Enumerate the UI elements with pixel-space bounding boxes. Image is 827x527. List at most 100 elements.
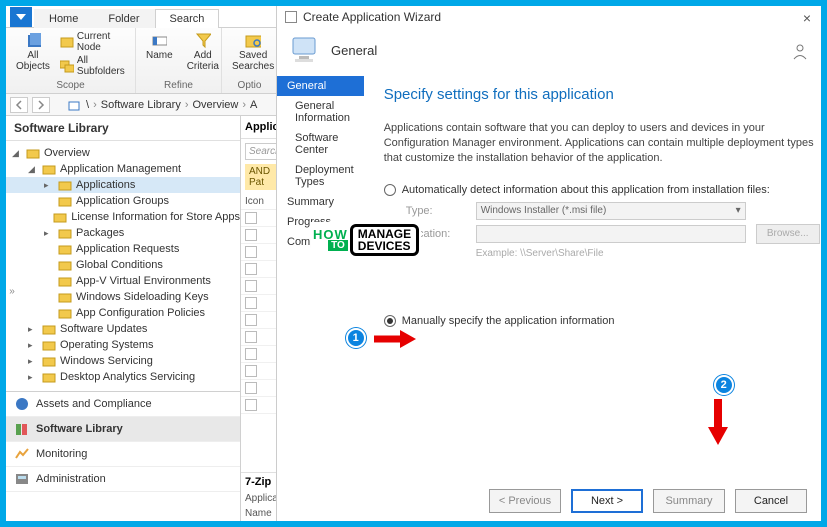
folder-icon	[58, 194, 72, 208]
step-software-center[interactable]: Software Center	[277, 128, 364, 160]
tree-title: Software Library	[6, 116, 240, 141]
software-library-icon	[14, 421, 30, 437]
wizard-icon	[285, 11, 297, 23]
browse-button: Browse...	[756, 224, 820, 244]
nav-back-button[interactable]	[10, 97, 28, 113]
tab-folder[interactable]: Folder	[93, 9, 154, 28]
app-icon	[245, 382, 257, 394]
location-icon	[66, 97, 82, 113]
expand-handle[interactable]: »	[6, 276, 18, 306]
tab-home[interactable]: Home	[34, 9, 93, 28]
all-subfolders-button[interactable]: All Subfolders	[60, 54, 129, 78]
tree-item-label: Overview	[44, 147, 90, 159]
tag-icon	[151, 32, 167, 48]
tree-item[interactable]: ▸App-V Virtual Environments	[6, 273, 240, 289]
wizard-steps: General General Information Software Cen…	[277, 76, 364, 481]
tree-item[interactable]: ◢ Overview	[6, 145, 240, 161]
ribbon-group-label: Scope	[12, 79, 129, 91]
step-summary[interactable]: Summary	[277, 192, 364, 212]
tree-item-label: App Configuration Policies	[76, 307, 205, 319]
user-icon	[791, 42, 809, 65]
step-general[interactable]: General	[277, 76, 364, 96]
summary-button: Summary	[653, 489, 725, 513]
tree-item[interactable]: ▸ Applications	[6, 177, 240, 193]
tree-item-label: Global Conditions	[76, 259, 163, 271]
computer-icon	[289, 34, 321, 66]
tree-item[interactable]: ▸Windows Servicing	[6, 353, 240, 369]
app-icon	[245, 263, 257, 275]
folder-icon	[58, 178, 72, 192]
expand-icon[interactable]: ▸	[44, 180, 54, 191]
expand-icon[interactable]: ◢	[12, 148, 22, 159]
tree-item[interactable]: ▸App Configuration Policies	[6, 305, 240, 321]
tab-search[interactable]: Search	[155, 9, 220, 28]
wizard-heading: Specify settings for this application	[384, 86, 820, 103]
nav-forward-button[interactable]	[32, 97, 50, 113]
tree-item-label: Applications	[76, 179, 135, 191]
app-icon	[245, 246, 257, 258]
expand-icon[interactable]: ▸	[28, 372, 38, 383]
all-objects-button[interactable]: All Objects	[12, 30, 54, 74]
wizard-title: Create Application Wizard	[303, 10, 441, 24]
expand-icon[interactable]: ▸	[44, 228, 54, 239]
option-manual[interactable]: Manually specify the application informa…	[384, 315, 820, 327]
saved-searches-button[interactable]: Saved Searches	[228, 30, 278, 74]
app-icon	[245, 399, 257, 411]
app-icon	[245, 348, 257, 360]
tree-item[interactable]: ▸Application Requests	[6, 241, 240, 257]
nav-tree[interactable]: ◢Overview◢Application Management▸Applica…	[6, 141, 240, 391]
folder-icon	[58, 290, 72, 304]
next-button[interactable]: Next >	[571, 489, 643, 513]
administration-icon	[14, 471, 30, 487]
app-menu-button[interactable]	[10, 7, 32, 27]
tree-item[interactable]: ▸Application Groups	[6, 193, 240, 209]
tree-item[interactable]: ▸ Operating Systems	[6, 337, 240, 353]
tree-item[interactable]: ◢Application Management	[6, 161, 240, 177]
option-auto-detect[interactable]: Automatically detect information about t…	[384, 184, 820, 196]
cube-icon	[25, 32, 41, 48]
add-criteria-button[interactable]: Add Criteria	[183, 30, 223, 74]
folder-icon	[26, 146, 40, 160]
tree-item-label: Windows Sideloading Keys	[76, 291, 209, 303]
tree-item[interactable]: ▸Desktop Analytics Servicing	[6, 369, 240, 385]
tree-item[interactable]: ▸Software Updates	[6, 321, 240, 337]
folder-icon	[42, 338, 56, 352]
folder-icon	[42, 354, 56, 368]
expand-icon[interactable]: ◢	[28, 164, 38, 175]
step-deployment-types[interactable]: Deployment Types	[277, 160, 364, 192]
ribbon-group-label: Optio	[228, 79, 271, 91]
watermark-logo: HOW TO MANAGE DEVICES	[311, 222, 421, 258]
navpane-software-library[interactable]: Software Library	[6, 417, 240, 442]
cancel-button[interactable]: Cancel	[735, 489, 807, 513]
wizard-step-header: General	[331, 43, 377, 58]
folder-icon	[58, 274, 72, 288]
expand-icon[interactable]: ▸	[28, 340, 38, 351]
navpane-assets[interactable]: Assets and Compliance	[6, 392, 240, 417]
name-button[interactable]: Name	[142, 30, 177, 63]
app-icon	[245, 365, 257, 377]
app-icon	[245, 212, 257, 224]
expand-icon[interactable]: ▸	[28, 324, 38, 335]
location-example: Example: \\Server\Share\File	[476, 248, 820, 259]
tree-item-label: Operating Systems	[60, 339, 154, 351]
current-node-button[interactable]: Current Node	[60, 30, 129, 54]
navpane-monitoring[interactable]: Monitoring	[6, 442, 240, 467]
expand-icon[interactable]: ▸	[28, 356, 38, 367]
breadcrumb[interactable]: \› Software Library› Overview› A	[86, 99, 257, 111]
tree-item[interactable]: ▸Windows Sideloading Keys	[6, 289, 240, 305]
ribbon-group-label: Refine	[142, 79, 215, 91]
monitoring-icon	[14, 446, 30, 462]
tree-item[interactable]: ▸License Information for Store Apps	[6, 209, 240, 225]
step-general-information[interactable]: General Information	[277, 96, 364, 128]
create-application-wizard: Create Application Wizard × General Gene…	[276, 6, 821, 521]
tree-item[interactable]: ▸Packages	[6, 225, 240, 241]
radio-auto[interactable]	[384, 184, 396, 196]
navpane-administration[interactable]: Administration	[6, 467, 240, 492]
type-select: Windows Installer (*.msi file) ▾	[476, 202, 746, 220]
radio-manual[interactable]	[384, 315, 396, 327]
close-icon[interactable]: ×	[803, 10, 811, 26]
app-icon	[245, 280, 257, 292]
tree-item[interactable]: ▸Global Conditions	[6, 257, 240, 273]
tree-item-label: Application Groups	[76, 195, 169, 207]
folder-icon	[42, 162, 56, 176]
